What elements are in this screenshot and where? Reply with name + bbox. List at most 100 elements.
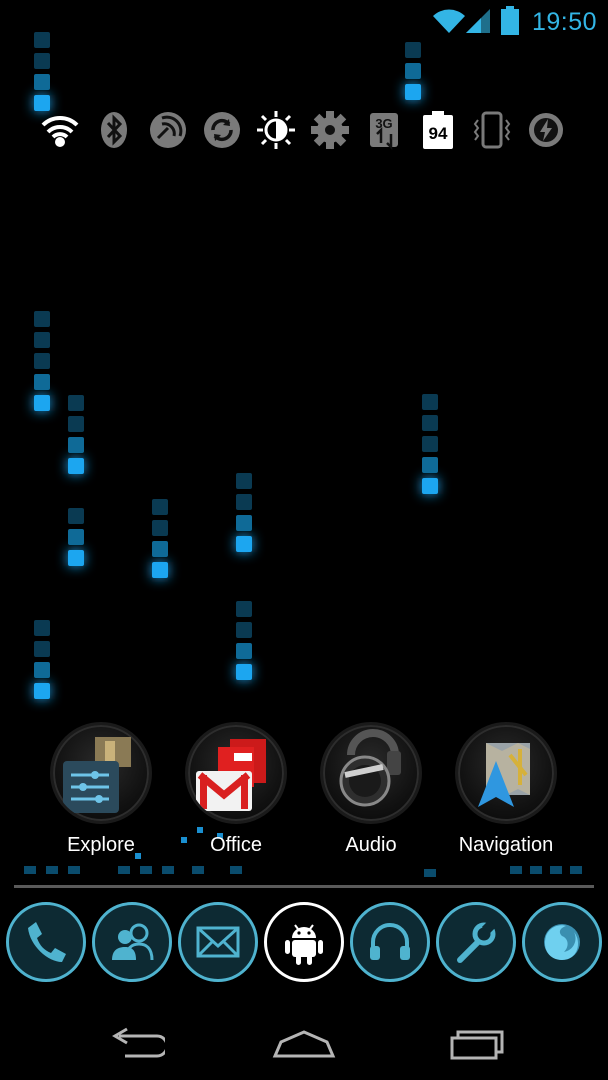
bluetooth-icon [101, 112, 127, 148]
headphones-icon [370, 923, 410, 960]
home-button[interactable] [264, 1018, 344, 1068]
back-arrow-icon [112, 1027, 165, 1058]
rain-block [405, 63, 421, 79]
rain-block [68, 458, 84, 474]
office-folder[interactable]: Office [176, 722, 296, 857]
browser-button[interactable] [522, 902, 602, 982]
power-saver-toggle[interactable] [524, 108, 568, 152]
svg-text:94: 94 [429, 124, 448, 143]
rain-block [236, 515, 252, 531]
quick-settings-row: 3G 94 [38, 108, 578, 154]
app-drawer-button[interactable] [264, 902, 344, 982]
wifi-toggle[interactable] [38, 108, 82, 152]
rain-block [46, 866, 58, 874]
contacts-icon [112, 923, 154, 961]
bluetooth-toggle[interactable] [92, 108, 136, 152]
rain-block [34, 620, 50, 636]
music-button[interactable] [350, 902, 430, 982]
dock-separator [14, 885, 594, 888]
svg-text:3G: 3G [375, 116, 392, 131]
navigation-bar [0, 1000, 608, 1080]
office-folder-icon [185, 722, 287, 824]
rain-block [34, 374, 50, 390]
navigation-folder-icon [455, 722, 557, 824]
gps-icon [150, 112, 186, 148]
wifi-icon [41, 115, 79, 147]
rain-block [570, 866, 582, 874]
office-folder-label: Office [210, 834, 262, 856]
rain-block [236, 643, 252, 659]
messaging-button[interactable] [178, 902, 258, 982]
rain-block [152, 562, 168, 578]
rain-block [236, 601, 252, 617]
wrench-icon [457, 919, 497, 963]
rain-block [34, 395, 50, 411]
back-button[interactable] [95, 1018, 175, 1068]
rain-block [68, 550, 84, 566]
phone-icon [28, 922, 66, 962]
rain-block [422, 478, 438, 494]
rain-block [24, 866, 36, 874]
navigation-folder-label: Navigation [458, 834, 554, 856]
rain-block [550, 866, 562, 874]
rain-block [140, 866, 152, 874]
rain-block [34, 683, 50, 699]
rain-block [68, 529, 84, 545]
rain-block [236, 664, 252, 680]
rain-block [34, 74, 50, 90]
navigation-folder[interactable]: Navigation [446, 722, 566, 857]
rain-block [422, 436, 438, 452]
mobile-data-toggle[interactable]: 3G [362, 108, 406, 152]
power-saver-icon [529, 113, 563, 147]
rain-block [68, 508, 84, 524]
contacts-button[interactable] [92, 902, 172, 982]
rain-block [422, 394, 438, 410]
brightness-toggle[interactable] [254, 108, 298, 152]
status-clock: 19:50 [531, 8, 597, 36]
rain-block [34, 53, 50, 69]
wifi-signal-icon [433, 9, 465, 33]
rain-block [68, 437, 84, 453]
gps-toggle[interactable] [146, 108, 190, 152]
rain-block [152, 499, 168, 515]
phone-button[interactable] [6, 902, 86, 982]
android-icon [285, 924, 323, 965]
rain-block [34, 353, 50, 369]
settings-button[interactable] [436, 902, 516, 982]
status-bar: 19:50 [0, 0, 608, 44]
rain-block [424, 869, 436, 877]
explore-folder-icon [50, 722, 152, 824]
audio-folder-label: Audio [345, 834, 397, 856]
vibrate-toggle[interactable] [470, 108, 514, 152]
rain-block [34, 662, 50, 678]
rain-block [405, 84, 421, 100]
settings-toggle[interactable] [308, 108, 352, 152]
rain-block [192, 866, 204, 874]
mobile-data-3g-icon: 3G [370, 113, 398, 150]
rain-block [68, 395, 84, 411]
battery-toggle[interactable]: 94 [416, 108, 460, 152]
vibrate-icon [473, 111, 511, 149]
rain-block [422, 415, 438, 431]
recent-apps-button[interactable] [434, 1018, 514, 1068]
sync-toggle[interactable] [200, 108, 244, 152]
firefox-icon [544, 924, 580, 960]
rain-block [152, 520, 168, 536]
battery-icon [501, 6, 519, 35]
rain-block [162, 866, 174, 874]
rain-block [34, 332, 50, 348]
rain-block [118, 866, 130, 874]
sync-icon [204, 112, 240, 148]
rain-block [230, 866, 242, 874]
home-icon [272, 1030, 336, 1058]
dock [0, 902, 608, 988]
rain-block [405, 42, 421, 58]
rain-block [34, 311, 50, 327]
mail-icon [196, 926, 240, 958]
explore-folder[interactable]: Explore [41, 722, 161, 857]
rain-block [236, 622, 252, 638]
rain-block [68, 866, 80, 874]
rain-block [236, 536, 252, 552]
rain-block [68, 416, 84, 432]
audio-folder[interactable]: Audio [311, 722, 431, 857]
